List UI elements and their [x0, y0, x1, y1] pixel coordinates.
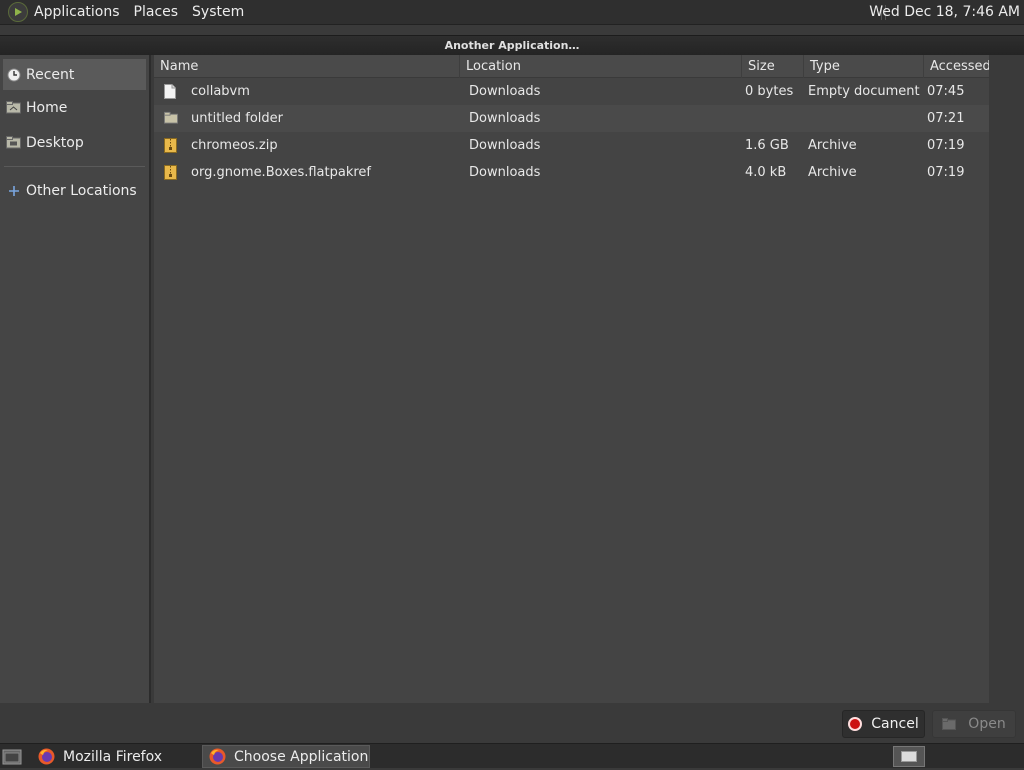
archive-icon [164, 164, 178, 181]
file-list[interactable]: Name Location Size Type Accessed collabv… [154, 55, 991, 703]
column-location[interactable]: Location [460, 55, 742, 78]
column-name[interactable]: Name [154, 55, 460, 78]
cancel-icon [848, 717, 863, 731]
sidebar-item-label: Other Locations [26, 182, 137, 199]
document-icon [164, 83, 178, 100]
file-row[interactable]: untitled folder Downloads 07:21 [154, 105, 989, 132]
clock-icon [6, 68, 21, 82]
firefox-icon [209, 748, 226, 765]
open-button-label: Open [968, 716, 1006, 732]
taskbar-item-label: Mozilla Firefox [63, 748, 163, 765]
column-size[interactable]: Size [742, 55, 804, 78]
dialog-action-area: Cancel Open [0, 703, 1024, 743]
file-location: Downloads [469, 138, 541, 153]
column-type[interactable]: Type [804, 55, 924, 78]
file-size: 1.6 GB [745, 138, 789, 153]
firefox-icon [38, 748, 55, 765]
file-accessed: 07:21 [927, 111, 965, 126]
workspace-switcher[interactable] [893, 746, 925, 767]
file-row[interactable]: chromeos.zip Downloads 1.6 GB Archive 07… [154, 132, 989, 159]
distro-logo-icon[interactable] [8, 2, 28, 22]
file-accessed: 07:19 [927, 165, 965, 180]
open-folder-icon [942, 718, 957, 730]
window-titlebar[interactable]: Another Application… [0, 35, 1024, 55]
taskbar-item-label: Choose Application [234, 748, 369, 765]
file-size: 4.0 kB [745, 165, 787, 180]
file-accessed: 07:45 [927, 84, 965, 99]
file-location: Downloads [469, 165, 541, 180]
file-size: 0 bytes [745, 84, 794, 99]
file-name: org.gnome.Boxes.flatpakref [191, 165, 371, 180]
home-folder-icon [6, 101, 21, 115]
file-row[interactable]: org.gnome.Boxes.flatpakref Downloads 4.0… [154, 159, 989, 186]
workspace-window-icon [901, 751, 917, 762]
column-accessed[interactable]: Accessed [924, 55, 991, 78]
open-button[interactable]: Open [932, 710, 1016, 738]
menu-system[interactable]: System [185, 0, 251, 25]
sidebar-item-recent[interactable]: Recent [3, 59, 146, 90]
file-accessed: 07:19 [927, 138, 965, 153]
column-header: Name Location Size Type Accessed [154, 55, 991, 78]
file-name: untitled folder [191, 111, 284, 126]
sidebar-item-desktop[interactable]: Desktop [0, 125, 149, 160]
bottom-taskbar: Mozilla Firefox Choose Application [0, 743, 1024, 768]
menu-places[interactable]: Places [127, 0, 186, 25]
desktop-folder-icon [6, 136, 21, 150]
desktop-gap [0, 26, 1024, 35]
file-name: collabvm [191, 84, 250, 99]
window-title: Another Application… [444, 39, 580, 52]
sidebar-item-other-locations[interactable]: Other Locations [0, 173, 149, 208]
sidebar-item-label: Desktop [26, 134, 84, 151]
places-sidebar: Recent Home Desktop Other Locations [0, 55, 151, 703]
file-type: Empty document [808, 84, 920, 99]
file-row[interactable]: collabvm Downloads 0 bytes Empty documen… [154, 78, 989, 105]
sidebar-item-label: Home [26, 99, 68, 116]
file-location: Downloads [469, 84, 541, 99]
taskbar-item-choose-application[interactable]: Choose Application [202, 745, 370, 768]
top-panel: Applications Places System Wed Dec 18, 7… [0, 0, 1024, 25]
sidebar-item-label: Recent [26, 66, 75, 83]
file-type: Archive [808, 138, 857, 153]
file-type: Archive [808, 165, 857, 180]
dialog-right-margin [989, 55, 1024, 703]
file-name: chromeos.zip [191, 138, 278, 153]
file-location: Downloads [469, 111, 541, 126]
show-desktop-icon[interactable] [2, 747, 22, 766]
cancel-button-label: Cancel [871, 716, 919, 732]
sidebar-divider [4, 166, 145, 167]
folder-icon [164, 111, 178, 127]
sidebar-item-home[interactable]: Home [0, 90, 149, 125]
clock[interactable]: Wed Dec 18, 7:46 AM [869, 0, 1020, 25]
taskbar-item-firefox[interactable]: Mozilla Firefox [32, 745, 198, 768]
plus-icon [6, 184, 21, 198]
menu-applications[interactable]: Applications [28, 0, 127, 25]
cancel-button[interactable]: Cancel [842, 710, 925, 738]
archive-icon [164, 137, 178, 154]
